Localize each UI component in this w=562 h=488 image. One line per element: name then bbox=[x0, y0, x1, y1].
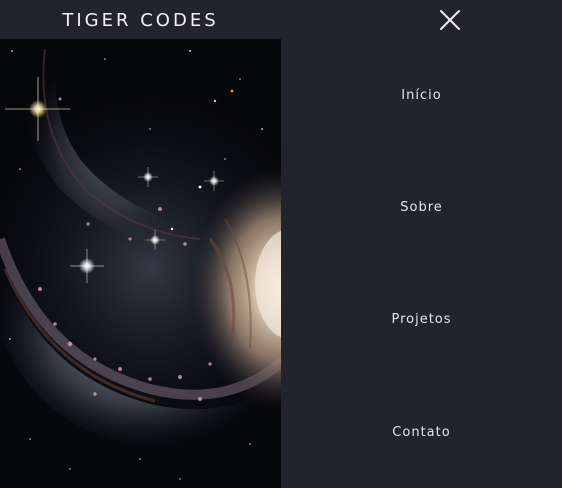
app-window: TIGER CODES Início Sobre Projetos Contat… bbox=[0, 0, 562, 488]
brand-logo[interactable]: TIGER CODES bbox=[62, 11, 218, 30]
close-menu-button[interactable] bbox=[436, 6, 464, 34]
nav-item-sobre[interactable]: Sobre bbox=[281, 200, 562, 216]
hero-galaxy-image bbox=[0, 39, 281, 488]
nav-item-inicio[interactable]: Início bbox=[281, 88, 562, 104]
nav-menu-panel: Início Sobre Projetos Contato bbox=[281, 0, 562, 488]
nav-item-projetos[interactable]: Projetos bbox=[281, 312, 562, 328]
nav-item-contato[interactable]: Contato bbox=[281, 425, 562, 441]
close-icon bbox=[440, 10, 460, 30]
header-bar: TIGER CODES bbox=[0, 0, 281, 40]
galaxy-illustration bbox=[0, 39, 281, 488]
